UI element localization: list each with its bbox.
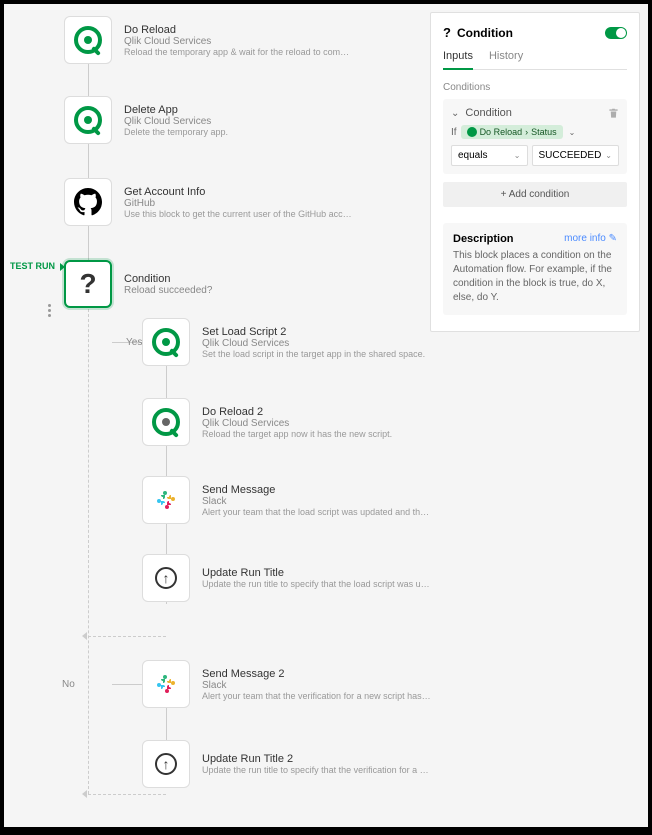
block-desc: Alert your team that the load script was… <box>202 507 432 517</box>
block-title: Set Load Script 2 <box>202 326 425 338</box>
block-desc: Update the run title to specify that the… <box>202 765 432 775</box>
drag-handle-icon[interactable] <box>48 304 51 317</box>
no-label: No <box>62 679 75 690</box>
qlik-icon <box>64 16 112 64</box>
slack-icon <box>142 660 190 708</box>
desc-title: Description <box>453 233 514 245</box>
arrow-up-circle-icon <box>142 554 190 602</box>
block-desc: Alert your team that the verification fo… <box>202 691 432 701</box>
panel-title: Condition <box>457 26 513 40</box>
block-sub: Qlik Cloud Services <box>202 338 425 349</box>
block-desc: Update the run title to specify that the… <box>202 579 432 589</box>
block-title: Update Run Title <box>202 567 432 579</box>
block-desc: Use this block to get the current user o… <box>124 209 354 219</box>
chevron-down-icon[interactable]: ⌄ <box>569 128 576 137</box>
block-title: Send Message <box>202 484 432 496</box>
github-icon <box>64 178 112 226</box>
slack-icon <box>142 476 190 524</box>
yes-label: Yes <box>126 337 142 348</box>
block-desc: Delete the temporary app. <box>124 127 228 137</box>
block-title: Do Reload 2 <box>202 406 392 418</box>
block-sub: Qlik Cloud Services <box>124 36 354 47</box>
if-label: If <box>451 127 457 138</box>
block-send-msg-2[interactable]: Send Message 2 Slack Alert your team tha… <box>142 660 432 708</box>
block-desc: Reload the temporary app & wait for the … <box>124 47 354 57</box>
description-box: Description more info ✎ This block place… <box>443 223 627 315</box>
block-do-reload-2[interactable]: Do Reload 2 Qlik Cloud Services Reload t… <box>142 398 392 446</box>
block-sub: Slack <box>202 496 432 507</box>
condition-name: Condition <box>465 107 602 119</box>
more-info-link[interactable]: more info ✎ <box>564 233 617 245</box>
block-sub: Reload succeeded? <box>124 285 212 296</box>
tab-inputs[interactable]: Inputs <box>443 50 473 70</box>
block-set-load[interactable]: Set Load Script 2 Qlik Cloud Services Se… <box>142 318 425 366</box>
block-sub: Slack <box>202 680 432 691</box>
block-sub: GitHub <box>124 198 354 209</box>
test-run-label[interactable]: TEST RUN <box>10 261 65 271</box>
qlik-icon <box>142 398 190 446</box>
block-title: Get Account Info <box>124 186 354 198</box>
block-sub: Qlik Cloud Services <box>202 418 392 429</box>
trash-icon[interactable] <box>608 108 619 119</box>
block-title: Condition <box>124 273 212 285</box>
block-title: Do Reload <box>124 24 354 36</box>
block-update-run-2[interactable]: Update Run Title 2 Update the run title … <box>142 740 432 788</box>
block-title: Update Run Title 2 <box>202 753 432 765</box>
add-condition-button[interactable]: + Add condition <box>443 182 627 207</box>
operator-select[interactable]: equals⌄ <box>451 145 528 166</box>
block-send-msg[interactable]: Send Message Slack Alert your team that … <box>142 476 432 524</box>
chevron-down-icon[interactable]: ⌄ <box>451 108 459 119</box>
tab-history[interactable]: History <box>489 50 523 69</box>
qlik-icon <box>142 318 190 366</box>
value-select[interactable]: SUCCEEDED⌄ <box>532 145 620 166</box>
field-pill[interactable]: Do Reload › Status <box>461 125 563 139</box>
block-sub: Qlik Cloud Services <box>124 116 228 127</box>
arrow-up-circle-icon <box>142 740 190 788</box>
block-get-account[interactable]: Get Account Info GitHub Use this block t… <box>64 178 354 226</box>
side-panel: ? Condition Inputs History Conditions ⌄ … <box>430 12 640 332</box>
conditions-label: Conditions <box>443 82 627 93</box>
condition-editor: ⌄ Condition If Do Reload › Status ⌄ equa… <box>443 99 627 174</box>
question-icon: ? <box>64 260 112 308</box>
block-update-run[interactable]: Update Run Title Update the run title to… <box>142 554 432 602</box>
block-title: Delete App <box>124 104 228 116</box>
qlik-icon <box>64 96 112 144</box>
block-condition[interactable]: ? Condition Reload succeeded? <box>64 260 212 308</box>
block-desc: Reload the target app now it has the new… <box>202 429 392 439</box>
block-do-reload[interactable]: Do Reload Qlik Cloud Services Reload the… <box>64 16 354 64</box>
block-delete-app[interactable]: Delete App Qlik Cloud Services Delete th… <box>64 96 228 144</box>
enabled-toggle[interactable] <box>605 27 627 39</box>
block-title: Send Message 2 <box>202 668 432 680</box>
question-icon: ? <box>443 25 451 40</box>
qlik-dot-icon <box>467 127 477 137</box>
desc-text: This block places a condition on the Aut… <box>453 249 617 305</box>
block-desc: Set the load script in the target app in… <box>202 349 425 359</box>
